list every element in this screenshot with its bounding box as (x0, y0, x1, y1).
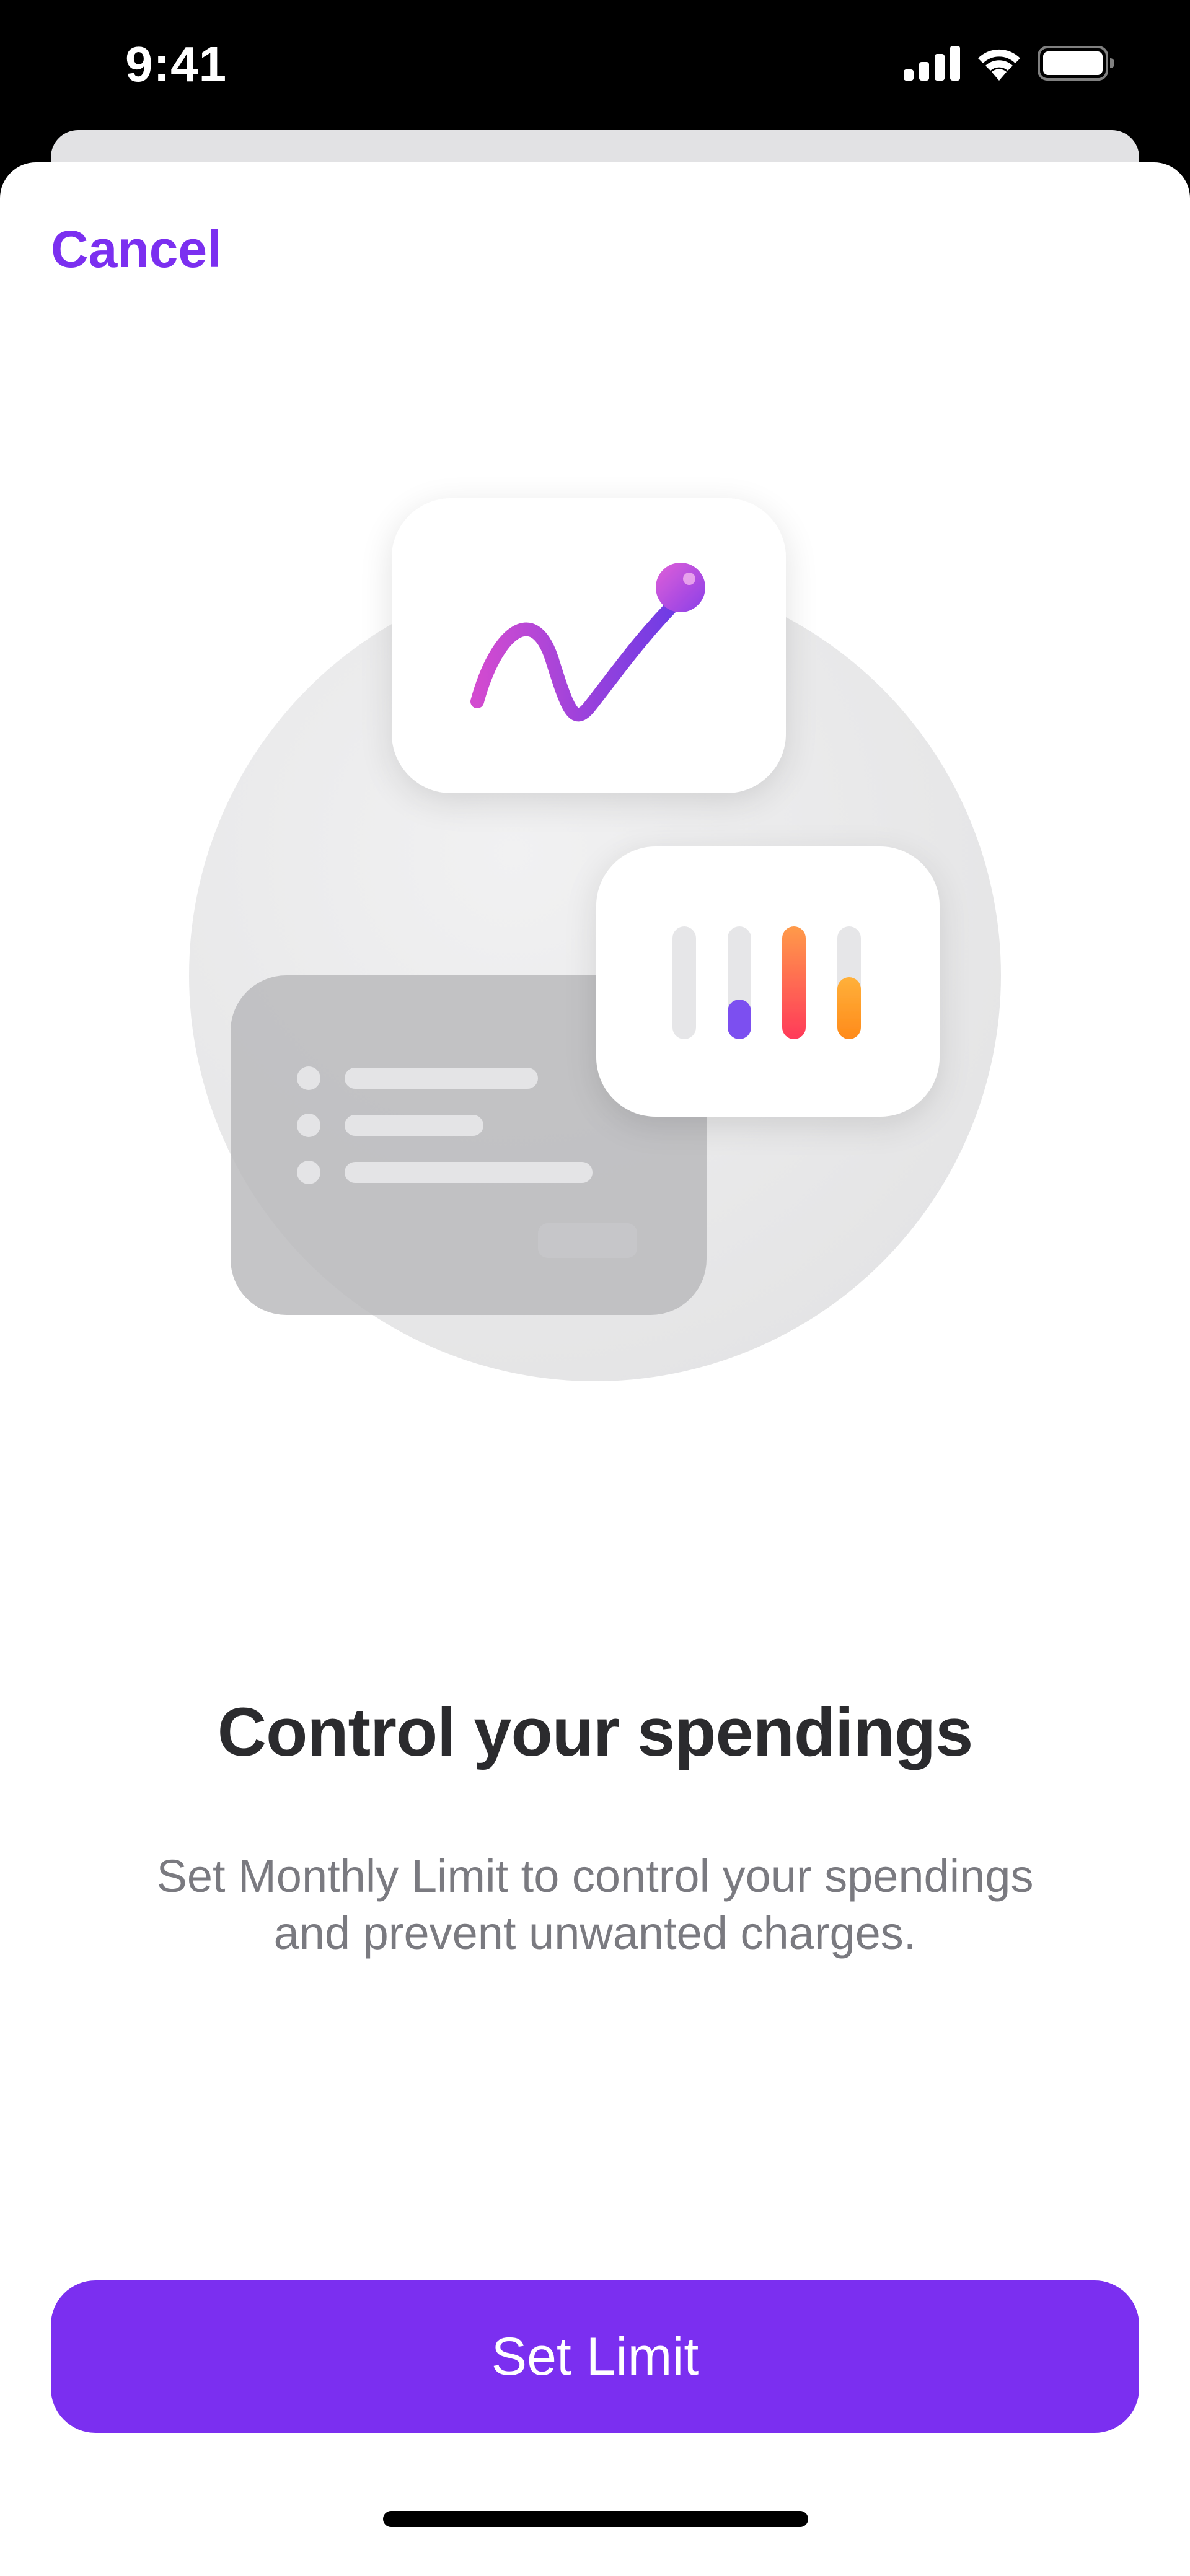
cellular-signal-icon (904, 46, 960, 81)
modal-sheet: Cancel Control your spendings Set Monthl… (0, 162, 1190, 2576)
subtitle-line-2: and prevent unwanted charges. (273, 1907, 917, 1959)
status-bar: 9:41 (0, 0, 1190, 133)
bar-levels-icon (596, 846, 940, 1117)
line-graph-icon (392, 498, 786, 793)
wifi-icon (978, 49, 1020, 81)
battery-icon (1038, 46, 1114, 81)
screen: 9:41 Cancel Control your spendings Set M… (0, 0, 1190, 2576)
spending-illustration (189, 498, 1001, 1381)
page-subtitle: Set Monthly Limit to control your spendi… (99, 1848, 1091, 1962)
set-limit-button-label: Set Limit (491, 2326, 699, 2386)
status-time: 9:41 (125, 37, 227, 92)
status-icons (904, 45, 1116, 82)
subtitle-line-1: Set Monthly Limit to control your spendi… (156, 1850, 1034, 1902)
page-title: Control your spendings (217, 1694, 974, 1770)
home-indicator (383, 2511, 808, 2527)
set-limit-button[interactable]: Set Limit (51, 2280, 1139, 2433)
